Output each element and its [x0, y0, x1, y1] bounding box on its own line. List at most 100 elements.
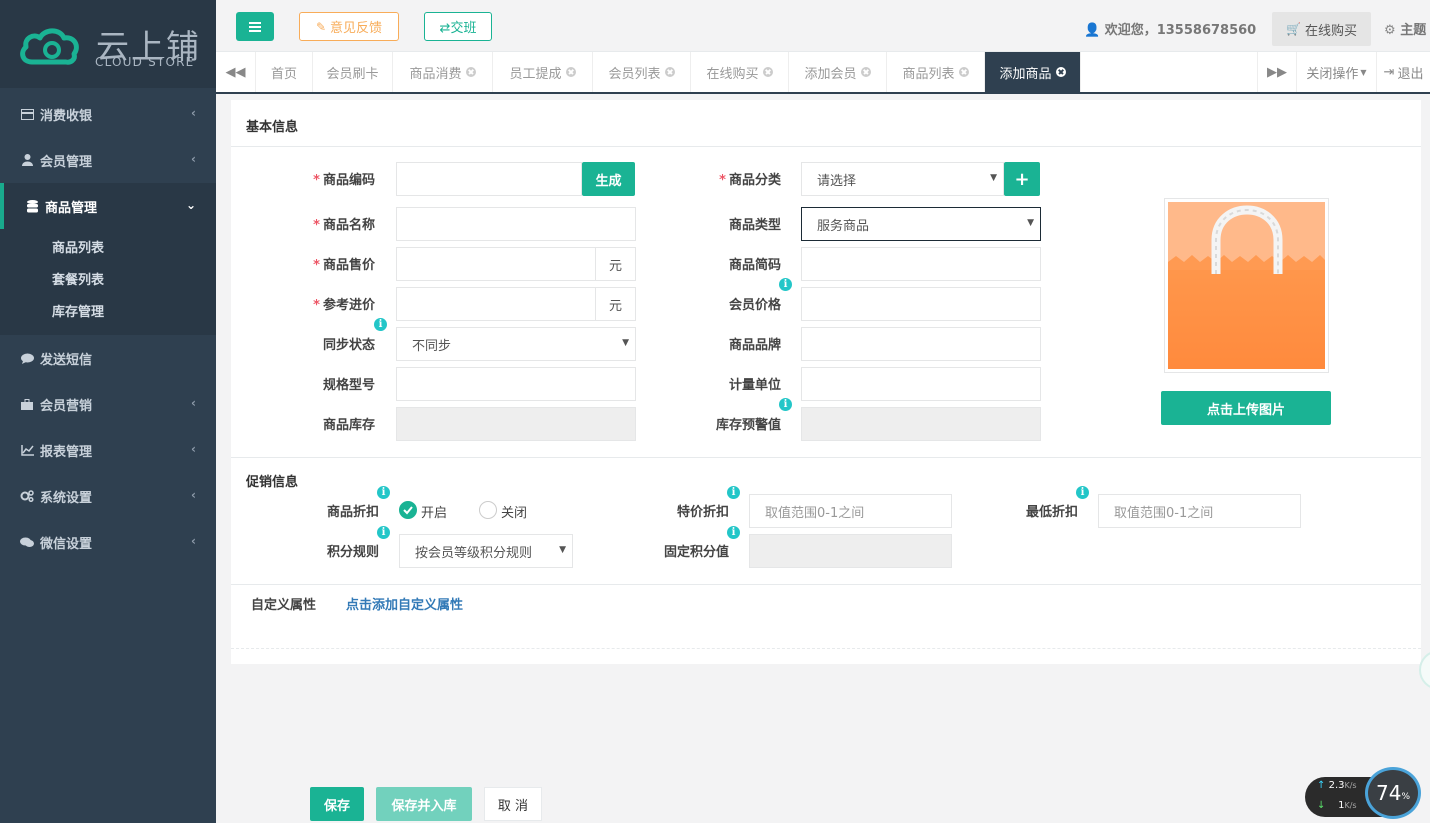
- submenu-item-product-list[interactable]: 商品列表: [52, 237, 104, 256]
- briefcase-icon: [20, 397, 34, 411]
- database-icon: [25, 199, 39, 213]
- fixed-points-label: 固定积分值: [663, 545, 729, 560]
- close-icon[interactable]: [565, 67, 576, 77]
- sidebar-item-checkout[interactable]: 消费收银 ‹: [0, 91, 216, 137]
- tab-product-consume[interactable]: 商品消费: [393, 52, 493, 92]
- product-code-label: * 商品编码: [313, 173, 375, 188]
- cloud-logo-icon: [20, 28, 79, 65]
- save-button[interactable]: 保存: [310, 787, 364, 821]
- feedback-button[interactable]: ✎ 意见反馈: [299, 12, 399, 41]
- chevron-down-icon: ⌄: [185, 198, 196, 212]
- product-type-select[interactable]: 服务商品 ▼: [801, 207, 1041, 241]
- discount-on-radio[interactable]: [399, 501, 417, 519]
- sidebar-item-label: 微信设置: [40, 536, 93, 552]
- sidebar-item-products[interactable]: 商品管理 ⌄: [0, 183, 216, 229]
- info-icon[interactable]: i: [779, 398, 792, 411]
- sidebar-item-marketing[interactable]: 会员营销 ‹: [0, 381, 216, 427]
- discount-off-radio[interactable]: [479, 501, 497, 519]
- chevron-left-icon: ‹: [191, 442, 196, 456]
- points-rule-select[interactable]: 按会员等级积分规则 ▼: [399, 534, 573, 568]
- tab-home[interactable]: 首页: [256, 52, 313, 92]
- add-custom-attr-link[interactable]: 点击添加自定义属性: [346, 594, 463, 613]
- tab-member-list[interactable]: 会员列表: [593, 52, 691, 92]
- yuan-addon: 元: [595, 248, 635, 280]
- chevron-left-icon: ‹: [191, 534, 196, 548]
- shopping-bag-icon: [1168, 202, 1325, 369]
- info-icon[interactable]: i: [727, 526, 740, 539]
- sidebar-item-members[interactable]: 会员管理 ‹: [0, 137, 216, 183]
- brand-input[interactable]: [801, 327, 1041, 361]
- sale-price-input[interactable]: 元: [396, 247, 636, 281]
- info-icon[interactable]: i: [377, 526, 390, 539]
- tab-buy-online[interactable]: 在线购买: [691, 52, 789, 92]
- min-discount-input[interactable]: 取值范围0-1之间: [1098, 494, 1301, 528]
- info-icon[interactable]: i: [727, 486, 740, 499]
- short-code-input[interactable]: [801, 247, 1041, 281]
- sidebar-item-settings[interactable]: 系统设置 ‹: [0, 473, 216, 519]
- spec-input[interactable]: [396, 367, 636, 401]
- arrow-down-icon: ↓: [1317, 800, 1326, 811]
- sidebar-item-reports[interactable]: 报表管理 ‹: [0, 427, 216, 473]
- plus-icon: +: [1014, 168, 1030, 190]
- tab-staff-commission[interactable]: 员工提成: [493, 52, 593, 92]
- submenu-item-package-list[interactable]: 套餐列表: [52, 269, 104, 288]
- backward-icon: ◀◀: [225, 64, 246, 80]
- close-icon[interactable]: [958, 67, 969, 77]
- measure-unit-input[interactable]: [801, 367, 1041, 401]
- discount-label: 商品折扣: [326, 505, 379, 520]
- sidebar-item-wechat[interactable]: 微信设置 ‹: [0, 519, 216, 565]
- buy-online-button[interactable]: 🛒 在线购买: [1272, 12, 1371, 46]
- caret-down-icon: ▼: [622, 338, 629, 348]
- member-price-input[interactable]: [801, 287, 1041, 321]
- sync-status-select[interactable]: 不同步 ▼: [396, 327, 636, 361]
- sidebar-item-sms[interactable]: 发送短信: [0, 335, 216, 381]
- fixed-points-input: [749, 534, 952, 568]
- close-icon[interactable]: [762, 67, 773, 77]
- save-and-stock-button[interactable]: 保存并入库: [376, 787, 472, 821]
- close-icon[interactable]: [465, 67, 476, 77]
- tabs-scroll-right-button[interactable]: ▶▶: [1257, 52, 1297, 92]
- info-icon[interactable]: i: [374, 318, 387, 331]
- close-icon[interactable]: [1055, 67, 1066, 77]
- generate-code-button[interactable]: 生成: [582, 162, 635, 196]
- caret-down-icon: ▼: [1027, 218, 1034, 228]
- add-category-button[interactable]: +: [1004, 162, 1040, 196]
- sidebar-item-label: 商品管理: [45, 200, 98, 216]
- card-icon: [20, 107, 34, 121]
- category-select[interactable]: 请选择 ▼: [801, 162, 1004, 196]
- ref-price-input[interactable]: 元: [396, 287, 636, 321]
- cancel-button[interactable]: 取 消: [484, 787, 542, 821]
- sale-price-label: * 商品售价: [313, 258, 375, 273]
- info-icon[interactable]: i: [1076, 486, 1089, 499]
- tabs-scroll-left-button[interactable]: ◀◀: [216, 52, 256, 92]
- caret-down-icon: ▼: [990, 173, 997, 183]
- ref-price-label: * 参考进价: [313, 298, 375, 313]
- check-icon: [403, 506, 413, 515]
- tab-add-member[interactable]: 添加会员: [789, 52, 887, 92]
- menu-toggle-button[interactable]: [236, 12, 274, 41]
- close-icon[interactable]: [664, 67, 675, 77]
- upload-image-button[interactable]: 点击上传图片: [1161, 391, 1331, 425]
- tab-member-card[interactable]: 会员刷卡: [313, 52, 393, 92]
- member-price-label: 会员价格: [728, 298, 781, 313]
- product-image[interactable]: [1164, 198, 1329, 373]
- close-icon[interactable]: [860, 67, 871, 77]
- tab-product-list[interactable]: 商品列表: [887, 52, 985, 92]
- info-icon[interactable]: i: [779, 278, 792, 291]
- theme-button[interactable]: ⚙ 主题: [1384, 19, 1426, 38]
- product-name-input[interactable]: [396, 207, 636, 241]
- bars-icon: [249, 21, 261, 32]
- sidebar-submenu: 商品列表 套餐列表 库存管理: [0, 229, 216, 335]
- info-icon[interactable]: i: [377, 486, 390, 499]
- logout-button[interactable]: ⇥ 退出: [1377, 52, 1430, 92]
- logo-name-en: CLOUD STORE: [95, 55, 195, 69]
- close-operations-dropdown[interactable]: 关闭操作 ▼: [1297, 52, 1377, 92]
- add-product-form: 基本信息 * 商品编码 生成 * 商品名称 * 商品售价 元 * 参考进价 元 i 同步…: [231, 100, 1421, 664]
- tab-add-product[interactable]: 添加商品: [985, 52, 1081, 92]
- submenu-item-inventory[interactable]: 库存管理: [52, 301, 104, 320]
- product-code-input[interactable]: [396, 162, 582, 196]
- points-rule-label: 积分规则: [326, 545, 379, 560]
- promo-info-title: 促销信息: [246, 475, 299, 490]
- shift-change-button[interactable]: ⇄交班: [424, 12, 492, 41]
- special-discount-input[interactable]: 取值范围0-1之间: [749, 494, 952, 528]
